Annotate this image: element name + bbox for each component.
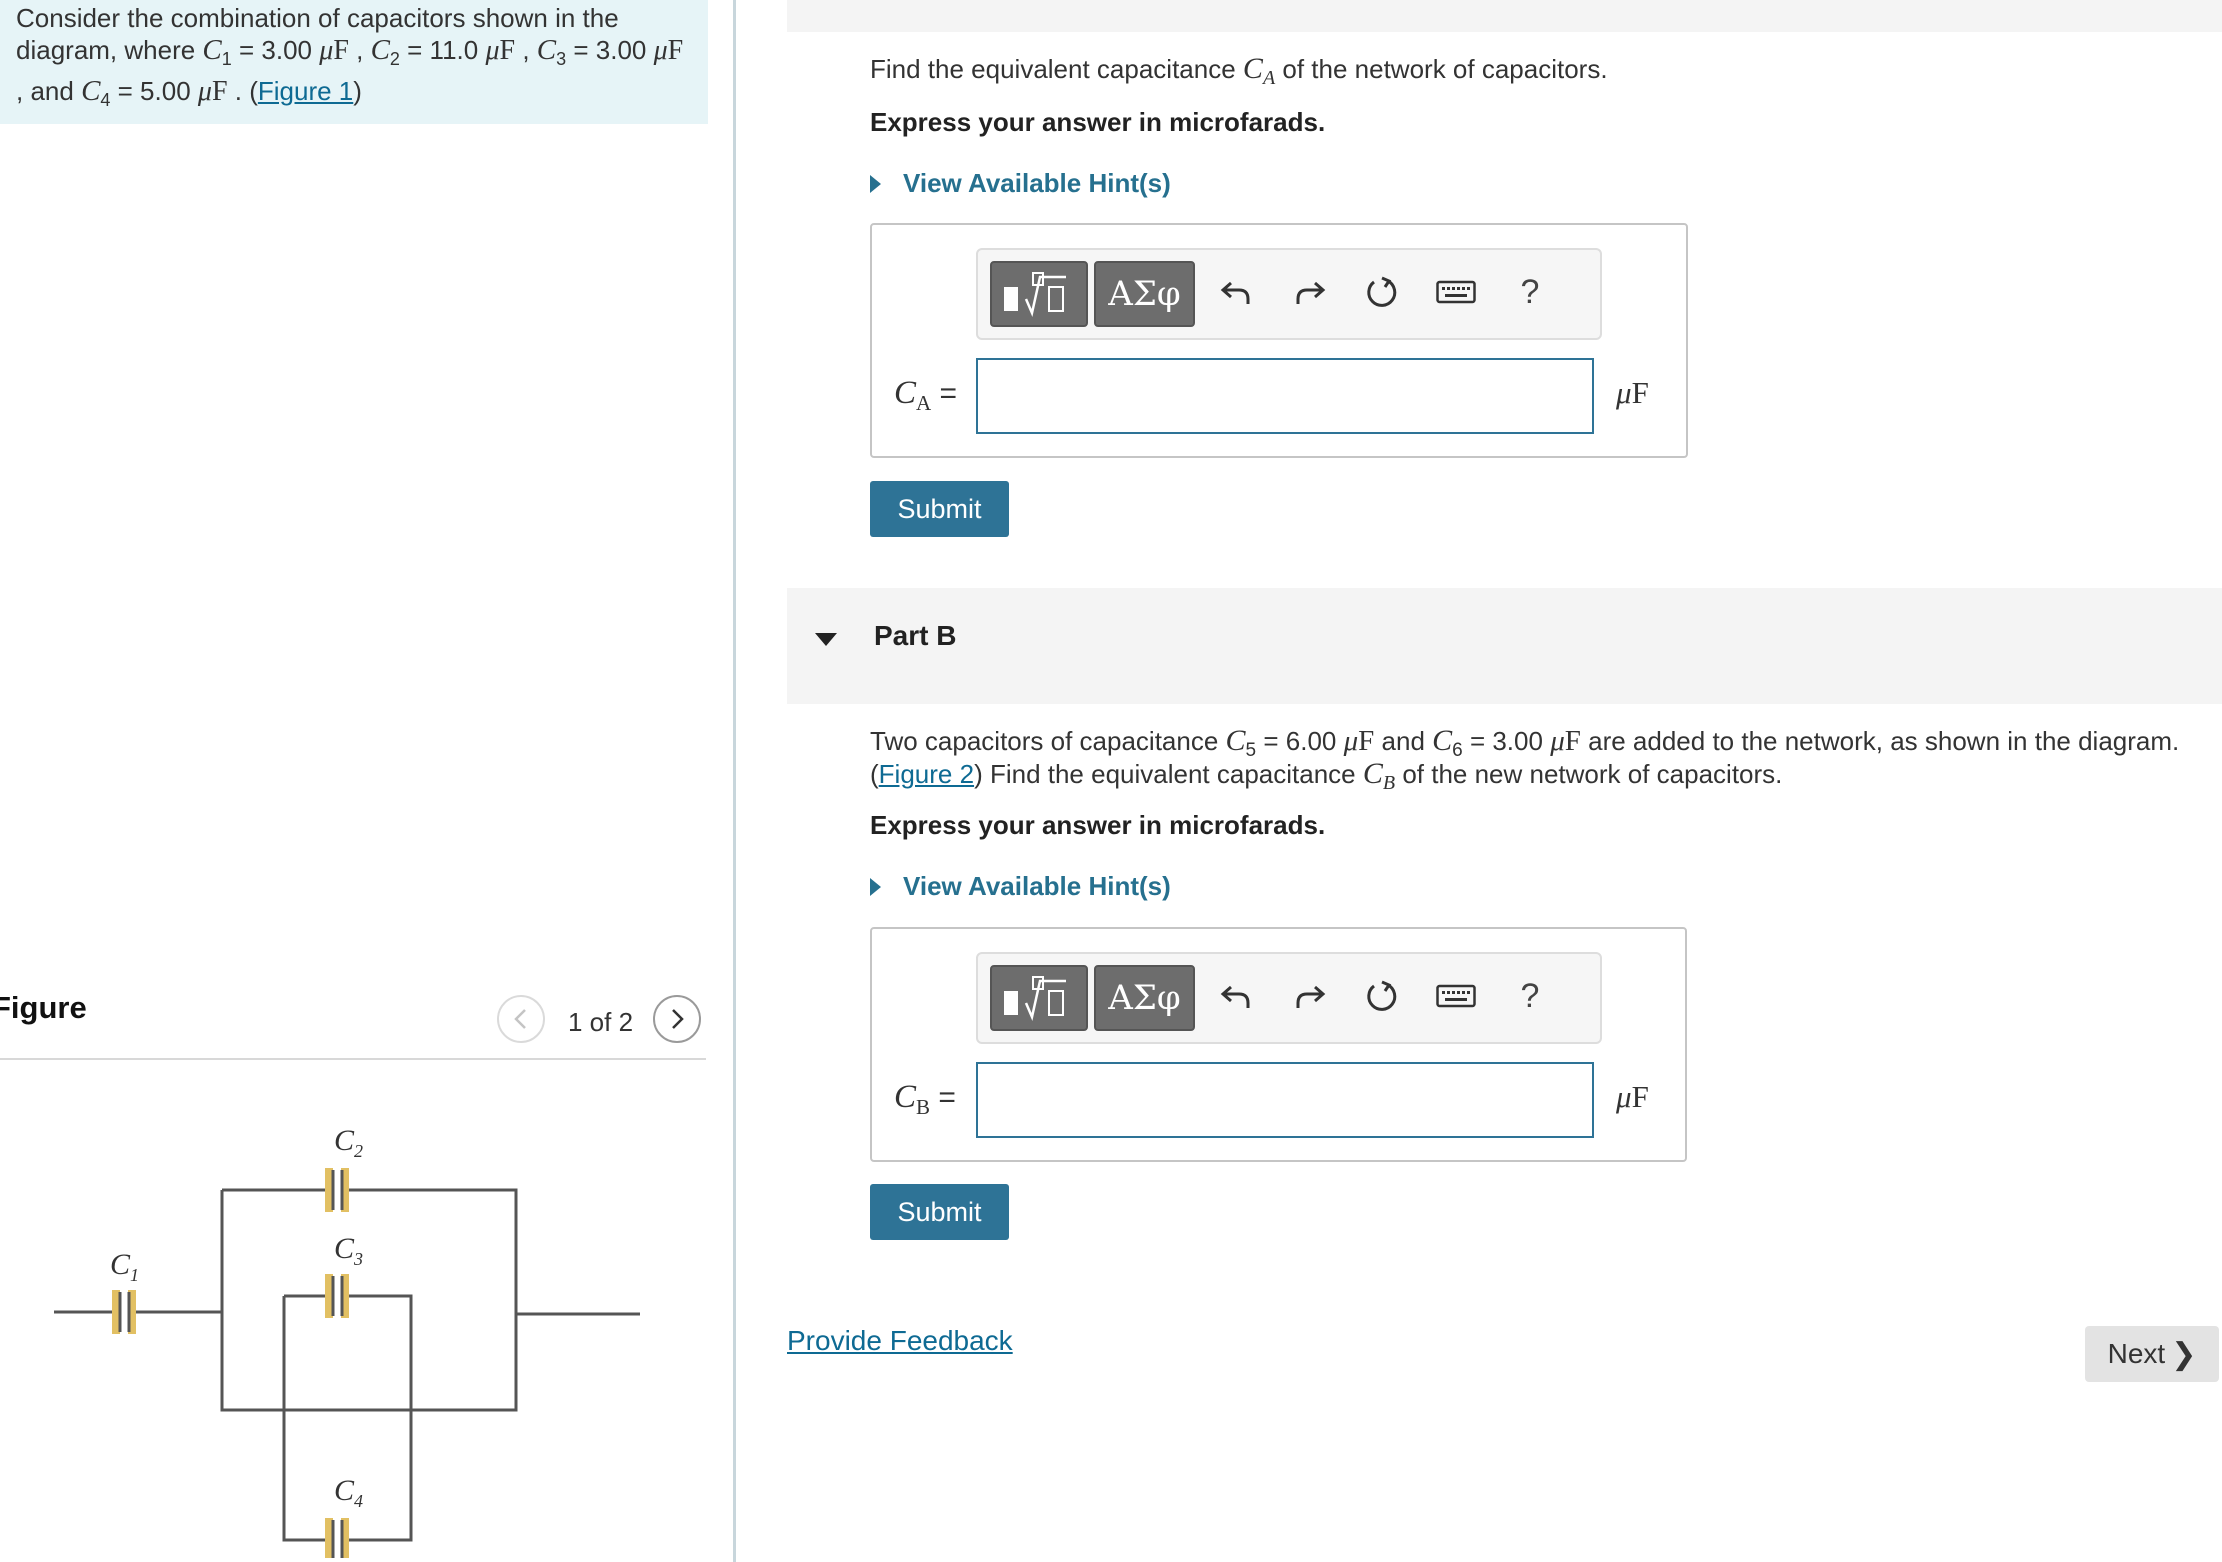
undo-button[interactable]: [1214, 270, 1258, 314]
templates-icon: [1004, 976, 1066, 1022]
greek-symbols-button[interactable]: ΑΣφ: [1094, 261, 1195, 327]
figure-1-link[interactable]: Figure 1: [258, 76, 353, 106]
next-button[interactable]: Next ❯: [2085, 1326, 2219, 1382]
part-a-hint-toggle[interactable]: View Available Hint(s): [870, 168, 1171, 199]
help-button[interactable]: ?: [1508, 974, 1552, 1018]
part-b-instruction: Express your answer in microfarads.: [870, 810, 1326, 840]
part-a-unit: μF: [1616, 375, 1649, 410]
caret-right-icon: [870, 877, 881, 896]
capacitor-c2: [325, 1168, 349, 1212]
figure-2-link[interactable]: Figure 2: [879, 759, 974, 789]
reset-button[interactable]: [1360, 270, 1404, 314]
chevron-right-icon: ❯: [2171, 1337, 2197, 1371]
caret-down-icon: [815, 633, 837, 646]
capacitor-c4: [325, 1518, 349, 1558]
label-c4: C4: [334, 1474, 363, 1511]
reset-icon: [1367, 980, 1397, 1011]
part-b-unit: μF: [1616, 1079, 1649, 1114]
figure-heading: Figure: [0, 990, 87, 1025]
part-b-title: Part B: [874, 620, 957, 651]
undo-icon: [1220, 985, 1250, 1008]
part-a-header-strip: [787, 0, 2222, 32]
redo-button[interactable]: [1288, 974, 1332, 1018]
problem-intro: Consider the combination of capacitors s…: [0, 0, 708, 124]
math-toolbar: ΑΣφ ?: [976, 248, 1602, 340]
caret-right-icon: [870, 174, 881, 193]
math-toolbar: ΑΣφ ?: [976, 952, 1602, 1044]
templates-button[interactable]: [990, 261, 1088, 327]
part-a-variable-label: CA =: [894, 375, 958, 415]
label-c2: C2: [334, 1128, 363, 1161]
templates-button[interactable]: [990, 965, 1088, 1031]
chevron-left-icon: [514, 1009, 526, 1029]
part-b-question-line2: (Figure 2) Find the equivalent capacitan…: [870, 757, 1783, 795]
part-b-hint-toggle[interactable]: View Available Hint(s): [870, 871, 1171, 902]
circuit-diagram: C1 C2 C3 C4: [54, 1128, 640, 1558]
part-a-answer-input[interactable]: [976, 358, 1594, 434]
part-b-answer-box: ΑΣφ ? CB = μF: [870, 927, 1687, 1162]
part-b-variable-label: CB =: [894, 1079, 956, 1119]
part-b-submit-button[interactable]: Submit: [870, 1184, 1009, 1240]
help-button[interactable]: ?: [1508, 270, 1552, 314]
keyboard-button[interactable]: [1434, 974, 1478, 1018]
part-b-answer-input[interactable]: [976, 1062, 1594, 1138]
part-a-question: Find the equivalent capacitance CA of th…: [870, 52, 1608, 90]
figure-divider: [0, 1058, 706, 1060]
undo-icon: [1220, 281, 1250, 304]
capacitor-c3: [325, 1274, 349, 1318]
undo-button[interactable]: [1214, 974, 1258, 1018]
part-a-answer-box: ΑΣφ ? CA = μF: [870, 223, 1688, 458]
greek-symbols-button[interactable]: ΑΣφ: [1094, 965, 1195, 1031]
reset-icon: [1367, 276, 1397, 307]
redo-icon: [1296, 985, 1326, 1008]
label-c1: C1: [110, 1248, 139, 1285]
keyboard-button[interactable]: [1434, 270, 1478, 314]
keyboard-icon: [1436, 984, 1476, 1008]
figure-prev-button[interactable]: [497, 995, 545, 1043]
column-divider: [733, 0, 736, 1562]
provide-feedback-link[interactable]: Provide Feedback: [787, 1325, 1013, 1357]
label-c3: C3: [334, 1232, 363, 1269]
reset-button[interactable]: [1360, 974, 1404, 1018]
capacitor-c1: [112, 1290, 136, 1334]
part-a-submit-button[interactable]: Submit: [870, 481, 1009, 537]
part-a-instruction: Express your answer in microfarads.: [870, 107, 1326, 137]
chevron-right-icon: [672, 1009, 684, 1029]
keyboard-icon: [1436, 280, 1476, 304]
figure-counter: 1 of 2: [568, 1007, 634, 1037]
redo-button[interactable]: [1288, 270, 1332, 314]
redo-icon: [1296, 281, 1326, 304]
templates-icon: [1004, 272, 1066, 318]
part-b-header[interactable]: Part B: [787, 588, 2222, 704]
figure-next-button[interactable]: [653, 995, 701, 1043]
